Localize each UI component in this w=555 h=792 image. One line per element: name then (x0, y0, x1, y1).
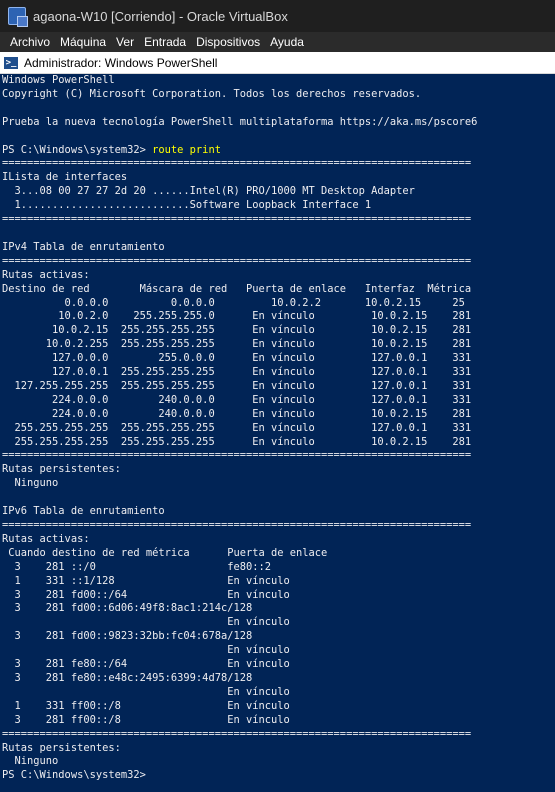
menu-entrada[interactable]: Entrada (139, 32, 191, 52)
powershell-title-bar: >_ Administrador: Windows PowerShell (0, 52, 555, 74)
console-command: route print (152, 143, 221, 156)
menu-maquina[interactable]: Máquina (55, 32, 111, 52)
menu-ver[interactable]: Ver (111, 32, 139, 52)
powershell-icon: >_ (4, 56, 18, 69)
console-prompt: PS C:\Windows\system32> (2, 143, 153, 156)
route-print-output: ========================================… (2, 157, 472, 768)
menu-ayuda[interactable]: Ayuda (265, 32, 309, 52)
powershell-console[interactable]: Windows PowerShell Copyright (C) Microso… (2, 74, 553, 792)
virtualbox-title-bar: agaona-W10 [Corriendo] - Oracle VirtualB… (0, 0, 555, 32)
menu-archivo[interactable]: Archivo (0, 32, 55, 52)
console-final-prompt[interactable]: PS C:\Windows\system32> (2, 769, 146, 781)
menu-dispositivos[interactable]: Dispositivos (191, 32, 265, 52)
console-intro-text: Windows PowerShell Copyright (C) Microso… (2, 74, 478, 128)
powershell-window-title: Administrador: Windows PowerShell (24, 55, 218, 70)
virtualbox-app-icon (8, 7, 28, 27)
virtualbox-menu-bar: Archivo Máquina Ver Entrada Dispositivos… (0, 32, 555, 52)
virtualbox-window-title: agaona-W10 [Corriendo] - Oracle VirtualB… (33, 8, 288, 24)
